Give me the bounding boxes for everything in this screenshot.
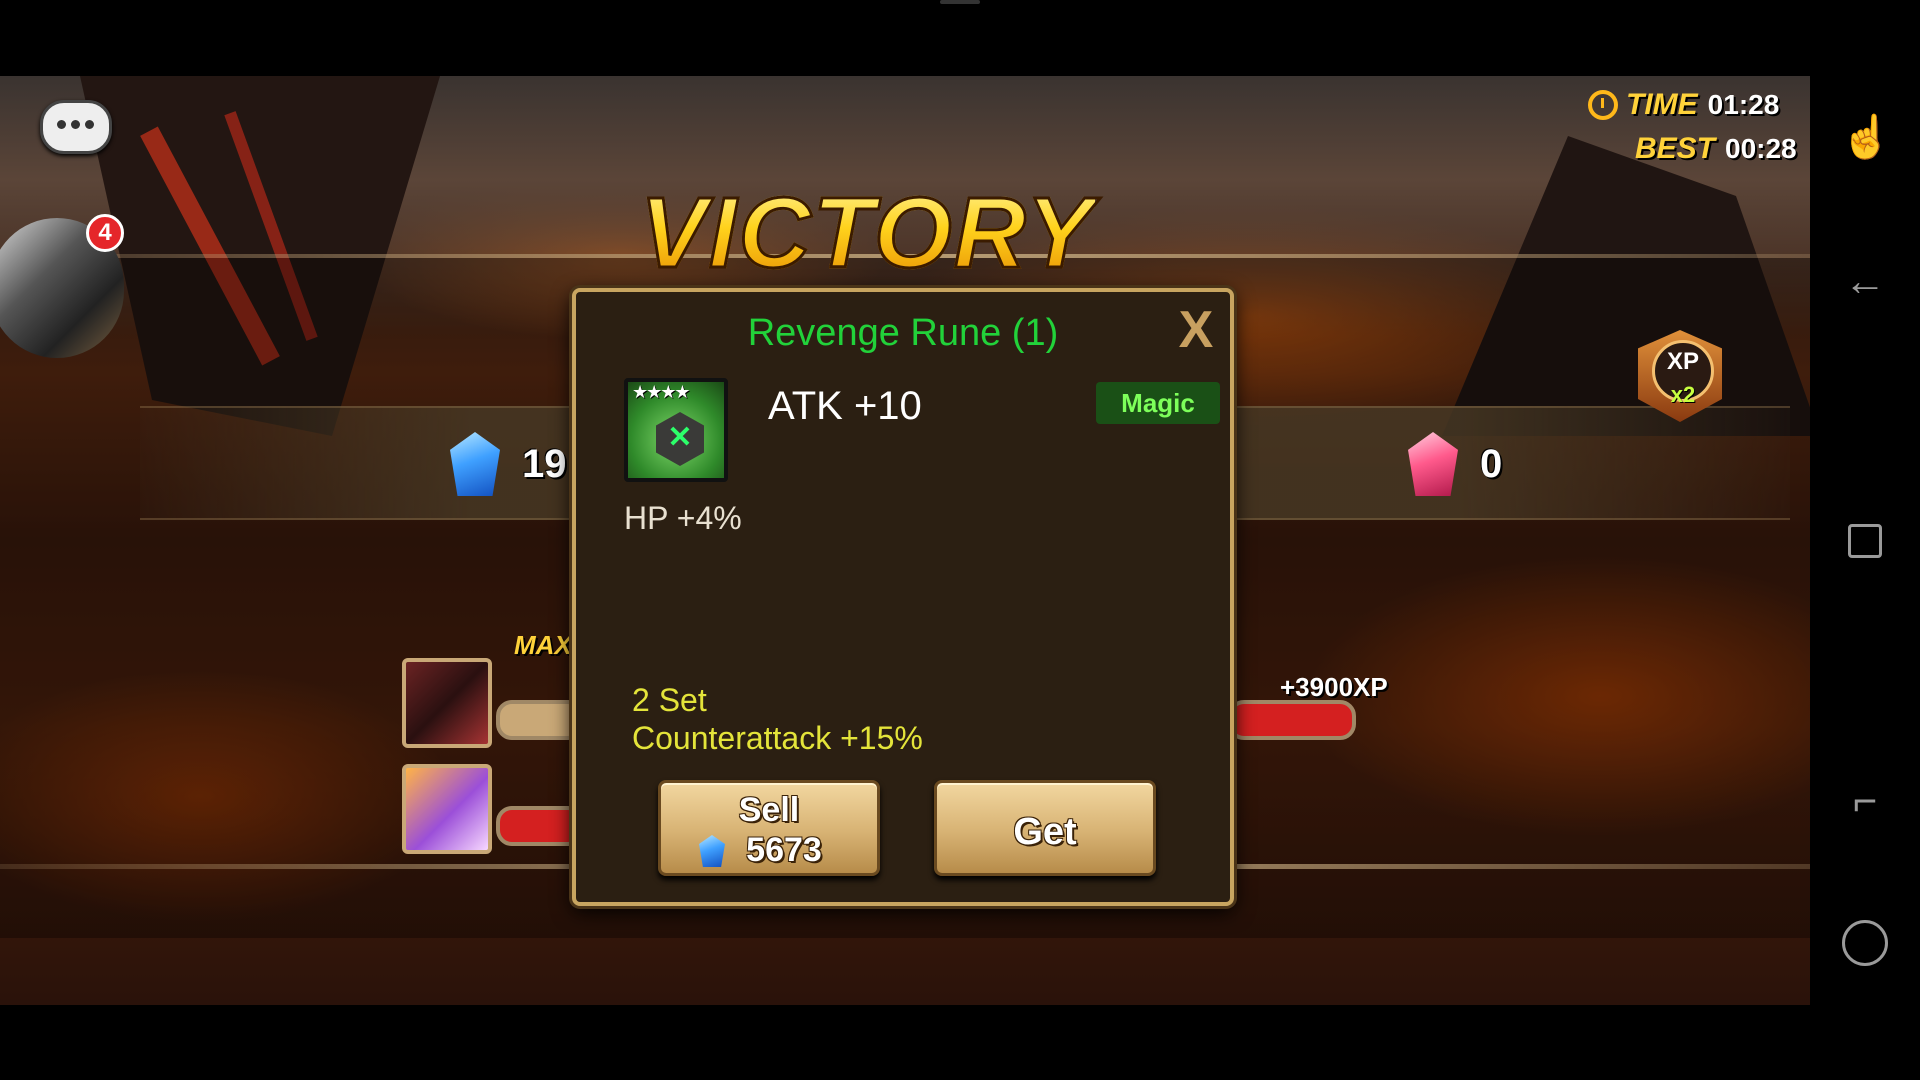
- back-icon[interactable]: ←: [1840, 256, 1890, 306]
- notification-badge: 4: [86, 214, 124, 252]
- chat-icon: [57, 120, 66, 129]
- rune-icon: ★★★★ ✕: [624, 378, 728, 482]
- split-screen-icon[interactable]: ⌐: [1840, 776, 1890, 826]
- time-label: TIME: [1626, 88, 1698, 121]
- monster-xp-bar: [1228, 700, 1356, 740]
- recents-icon[interactable]: [1840, 516, 1890, 566]
- xp-gain-label: +3900XP: [1280, 672, 1388, 702]
- rune-set-count: 2 Set: [632, 682, 707, 718]
- xp-boost-label: XP: [1666, 348, 1699, 375]
- best-value: 00:28: [1725, 133, 1797, 164]
- best-label: BEST: [1635, 132, 1716, 165]
- sell-label: Sell: [738, 791, 800, 829]
- monster-portrait-dragon[interactable]: [402, 658, 492, 748]
- battle-time: TIME 01:28: [1590, 88, 1820, 128]
- pink-crystal-reward-count: 0: [1480, 442, 1503, 486]
- monster-xp-bar: [496, 806, 584, 846]
- rune-set-bonus: Counterattack +15%: [632, 720, 923, 756]
- chat-icon-dot: [85, 120, 94, 129]
- get-label: Get: [1013, 811, 1077, 853]
- crystal-reward-count: 19: [522, 442, 567, 486]
- sell-price: 5673: [746, 831, 822, 869]
- rune-reward-dialog: Revenge Rune (1) X ★★★★ ✕ ATK +10 Magic …: [572, 288, 1234, 906]
- get-button[interactable]: Get: [934, 780, 1156, 876]
- chat-button[interactable]: [40, 100, 112, 154]
- monster-xp-bar: [496, 700, 584, 740]
- rune-main-stat: ATK +10: [768, 384, 922, 428]
- max-level-label: MAX: [514, 630, 572, 660]
- rune-stars: ★★★★: [632, 382, 691, 402]
- chat-icon-dot: [71, 120, 80, 129]
- xp-boost-multiplier: x2: [1670, 382, 1696, 407]
- victory-title: VICTORY: [639, 176, 1095, 291]
- game-tools-icon[interactable]: [1840, 918, 1890, 968]
- rune-title: Revenge Rune (1): [747, 312, 1059, 354]
- rune-sub-stat: HP +4%: [624, 500, 742, 536]
- monster-portrait-witch[interactable]: [402, 764, 492, 854]
- close-button[interactable]: X: [1174, 304, 1218, 356]
- revenge-rune-glyph-icon: ✕: [667, 421, 693, 454]
- sell-button[interactable]: Sell 5673: [658, 780, 880, 876]
- touch-icon[interactable]: ☝: [1840, 112, 1892, 162]
- time-value: 01:28: [1707, 89, 1780, 120]
- status-notch: [940, 0, 980, 4]
- rune-grade-badge: Magic: [1096, 382, 1220, 424]
